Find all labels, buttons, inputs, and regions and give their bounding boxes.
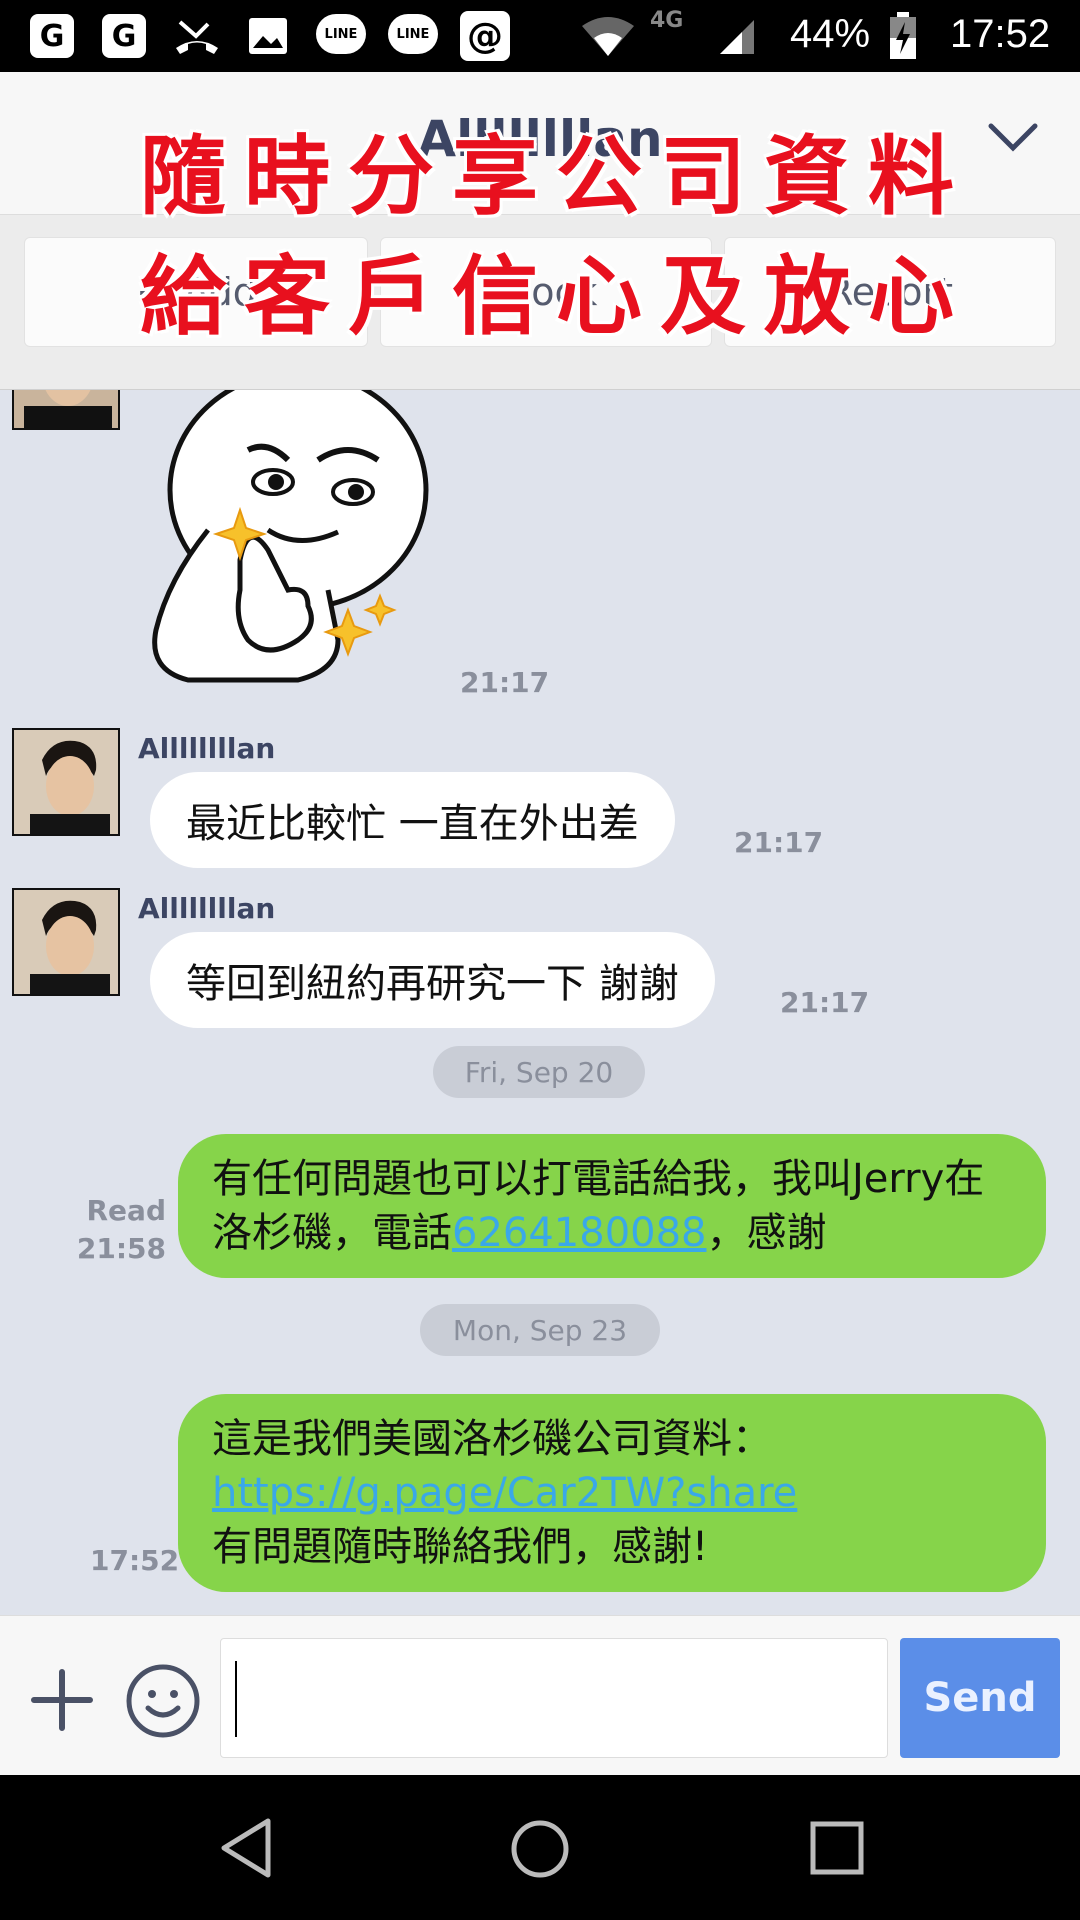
plus-icon[interactable] bbox=[30, 1668, 94, 1732]
date-separator: Mon, Sep 23 bbox=[420, 1304, 660, 1356]
message-text: 等回到紐約再研究一下 謝謝 bbox=[186, 961, 679, 1007]
chat-messages-area[interactable]: 21:17 Allllllllan 最近比較忙 一直在外出差 21:17 All… bbox=[0, 390, 1080, 1615]
phone-link[interactable]: 6264180088 bbox=[452, 1210, 707, 1256]
avatar[interactable] bbox=[12, 888, 120, 996]
avatar[interactable] bbox=[12, 390, 120, 430]
outgoing-message-bubble[interactable]: 有任何問題也可以打電話給我，我叫Jerry在洛杉磯，電話6264180088，感… bbox=[178, 1134, 1046, 1278]
promo-overlay-line1: 隨時分享公司資料 bbox=[140, 126, 972, 227]
message-time: 21:17 bbox=[780, 986, 870, 1019]
date-separator: Fri, Sep 20 bbox=[433, 1046, 645, 1098]
back-icon[interactable] bbox=[218, 1817, 274, 1879]
message-text: 有問題隨時聯絡我們，感謝! bbox=[212, 1524, 709, 1570]
url-link[interactable]: https://g.page/Car2TW?share bbox=[212, 1466, 1012, 1520]
signal-icon bbox=[718, 14, 756, 58]
sticker-image[interactable] bbox=[148, 390, 438, 700]
line-notification-icon: LINE bbox=[388, 14, 438, 54]
image-notification-icon bbox=[244, 14, 292, 58]
wifi-icon bbox=[580, 14, 636, 58]
recent-apps-icon[interactable] bbox=[810, 1821, 864, 1875]
clock: 17:52 bbox=[950, 12, 1051, 56]
at-notification-icon: @ bbox=[460, 11, 510, 61]
chevron-down-icon[interactable] bbox=[988, 122, 1038, 152]
avatar[interactable] bbox=[12, 728, 120, 836]
home-icon[interactable] bbox=[510, 1819, 570, 1879]
message-input[interactable] bbox=[220, 1638, 888, 1758]
send-button[interactable]: Send bbox=[900, 1638, 1060, 1758]
network-type-label: 4G bbox=[650, 8, 684, 33]
promo-overlay-line2: 給客戶信心及放心 bbox=[140, 246, 972, 347]
read-label: Read bbox=[86, 1194, 167, 1227]
emoji-icon[interactable] bbox=[124, 1662, 202, 1740]
message-input-bar: Send bbox=[0, 1615, 1080, 1775]
system-navigation-bar bbox=[0, 1775, 1080, 1920]
message-time: 21:17 bbox=[460, 666, 550, 699]
battery-percent: 44% bbox=[790, 12, 871, 56]
sender-name: Allllllllan bbox=[138, 732, 276, 765]
message-time: 17:52 bbox=[90, 1544, 180, 1577]
google-notification-icon: G bbox=[102, 14, 146, 58]
missed-call-icon bbox=[172, 14, 222, 58]
message-time: 21:58 bbox=[76, 1232, 166, 1265]
message-text: 這是我們美國洛杉磯公司資料： bbox=[212, 1416, 772, 1462]
text-cursor bbox=[235, 1661, 237, 1737]
google-notification-icon: G bbox=[30, 14, 74, 58]
message-text: ，感謝 bbox=[706, 1210, 827, 1256]
outgoing-message-bubble[interactable]: 這是我們美國洛杉磯公司資料： https://g.page/Car2TW?sha… bbox=[178, 1394, 1046, 1592]
line-notification-icon: LINE bbox=[316, 14, 366, 54]
message-time: 21:17 bbox=[734, 826, 824, 859]
read-receipt: Read 21:58 bbox=[76, 1192, 166, 1268]
battery-charging-icon bbox=[888, 12, 918, 59]
incoming-message-bubble[interactable]: 等回到紐約再研究一下 謝謝 bbox=[150, 932, 715, 1028]
sender-name: Allllllllan bbox=[138, 892, 276, 925]
incoming-message-bubble[interactable]: 最近比較忙 一直在外出差 bbox=[150, 772, 675, 868]
status-bar: G G LINE LINE @ 4G 44% 17:52 bbox=[0, 0, 1080, 72]
message-text: 最近比較忙 一直在外出差 bbox=[186, 801, 639, 847]
